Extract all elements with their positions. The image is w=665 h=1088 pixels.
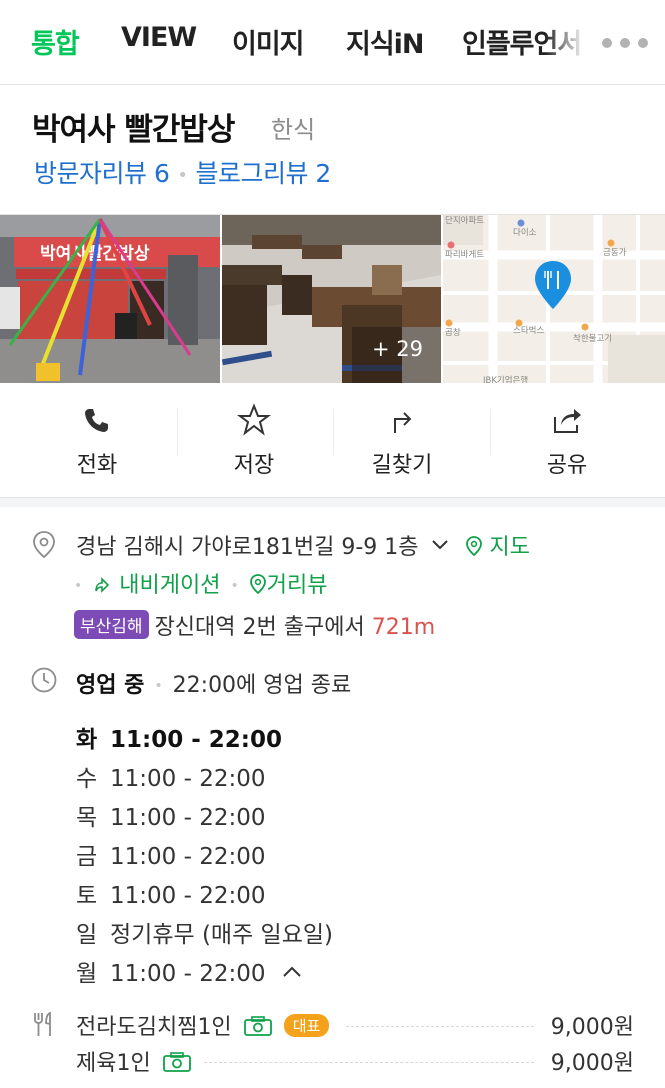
- street-view-link-label: 거리뷰: [266, 573, 328, 598]
- search-tab-bar: 통합 VIEW 이미지 지식iN 인플루언서: [0, 0, 665, 84]
- address-text[interactable]: 경남 김해시 가야로181번길 9-9 1층: [76, 535, 419, 560]
- hours-status[interactable]: 영업 중 • 22:00에 영업 종료: [76, 667, 351, 699]
- section-divider: [0, 497, 665, 507]
- menu-item[interactable]: 전라도김치찜1인 대표 9,000원: [76, 1009, 634, 1043]
- chevron-down-icon[interactable]: [430, 538, 450, 552]
- dot-separator: •: [74, 578, 83, 594]
- address-line: 경남 김해시 가야로181번길 9-9 1층 지도: [76, 529, 530, 561]
- share-button[interactable]: 공유: [487, 383, 647, 496]
- open-status: 영업 중: [76, 673, 145, 698]
- camera-icon[interactable]: [243, 1015, 273, 1037]
- dot-separator: •: [230, 578, 239, 594]
- call-button[interactable]: 전화: [17, 383, 177, 496]
- phone-icon: [85, 409, 108, 432]
- address-sublinks: • 내비게이션 • 거리뷰: [74, 567, 327, 599]
- tab-view[interactable]: VIEW: [121, 22, 197, 53]
- directions-label: 길찾기: [371, 453, 433, 478]
- subway-line-badge: 부산김해: [74, 610, 149, 639]
- visitor-review-link[interactable]: 방문자리뷰 6: [34, 159, 170, 188]
- chevron-up-icon[interactable]: [281, 965, 303, 979]
- place-category: 한식: [271, 116, 316, 144]
- menu-item-name: 제육1인: [76, 1051, 151, 1076]
- directions-icon: [394, 412, 412, 433]
- divider: [0, 84, 665, 85]
- menu-item-price: 9,000원: [542, 1045, 634, 1077]
- hours-row-wednesday: 수 11:00 - 22:00: [76, 766, 266, 792]
- dashed-leader: [204, 1062, 534, 1063]
- directions-button[interactable]: 길찾기: [322, 383, 482, 496]
- photo-strip: 박여사빨간밥상: [0, 215, 665, 383]
- tab-fade: [545, 0, 595, 84]
- svg-text:곱창: 곱창: [445, 328, 461, 338]
- tab-images[interactable]: 이미지: [232, 22, 305, 61]
- menu-item-price: 9,000원: [542, 1009, 634, 1041]
- storefront-photo[interactable]: 박여사빨간밥상: [0, 215, 220, 383]
- hours-row-friday: 금 11:00 - 22:00: [76, 844, 266, 870]
- subway-station: 장신대역: [154, 615, 236, 640]
- call-label: 전화: [76, 453, 118, 478]
- subway-distance: 721m: [371, 615, 436, 640]
- subway-info: 부산김해 장신대역 2번 출구에서 721m: [74, 609, 435, 641]
- menu-item-name-wrap: 제육1인: [76, 1045, 192, 1077]
- review-links: 방문자리뷰 6 • 블로그리뷰 2: [34, 154, 331, 190]
- navigation-link[interactable]: 내비게이션: [92, 573, 220, 598]
- save-button[interactable]: 저장: [174, 383, 334, 496]
- action-bar: 전화 저장 길찾기 공유: [0, 383, 665, 496]
- navigation-icon: [95, 577, 110, 593]
- clock-icon: [31, 667, 57, 693]
- menu-item-name-wrap: 전라도김치찜1인 대표: [76, 1009, 330, 1041]
- blog-review-link[interactable]: 블로그리뷰 2: [195, 159, 331, 188]
- map-link[interactable]: 지도: [465, 535, 530, 560]
- dashed-leader: [346, 1026, 534, 1027]
- interior-photo[interactable]: + 29: [222, 215, 441, 383]
- dot-separator: •: [177, 164, 188, 186]
- menu-item[interactable]: 제육1인 9,000원: [76, 1045, 634, 1079]
- close-time: 22:00에 영업 종료: [172, 673, 352, 698]
- svg-text:단지아파트: 단지아파트: [445, 215, 484, 226]
- svg-text:파리바게트: 파리바게트: [445, 249, 484, 260]
- hours-row-thursday: 목 11:00 - 22:00: [76, 805, 266, 831]
- more-tabs-icon[interactable]: [596, 24, 656, 60]
- svg-text:금동가: 금동가: [603, 248, 627, 258]
- hours-row-tuesday: 화 11:00 - 22:00: [76, 727, 282, 753]
- hours-row-sunday: 일 정기휴무 (매주 일요일): [76, 922, 334, 948]
- street-view-pin-icon: [249, 574, 266, 595]
- representative-badge: 대표: [283, 1014, 330, 1037]
- share-label: 공유: [546, 453, 588, 478]
- place-name[interactable]: 박여사 빨간밥상: [32, 104, 235, 149]
- svg-text:다이소: 다이소: [513, 227, 537, 238]
- tab-knowledge-in[interactable]: 지식iN: [346, 22, 425, 61]
- dot-separator: •: [154, 678, 163, 694]
- save-label: 저장: [233, 453, 275, 478]
- svg-text:스타벅스: 스타벅스: [513, 325, 544, 336]
- tab-integrated[interactable]: 통합: [31, 22, 80, 61]
- photo-more-count: + 29: [372, 337, 423, 361]
- svg-text:착한불고기: 착한불고기: [573, 333, 612, 344]
- svg-text:IBK기업은행: IBK기업은행: [483, 375, 528, 383]
- hours-row-saturday: 토 11:00 - 22:00: [76, 883, 266, 909]
- location-map[interactable]: 단지아파트 다이소 금동가 파리바게트 곱창 스타벅스 착한불고기 IBK기업은…: [443, 215, 665, 383]
- map-link-label: 지도: [489, 535, 531, 560]
- star-icon: [237, 403, 271, 436]
- map-pin-small-icon: [465, 536, 482, 557]
- hours-row-monday: 월 11:00 - 22:00: [76, 954, 303, 988]
- street-view-link[interactable]: 거리뷰: [249, 573, 328, 598]
- share-icon: [554, 409, 581, 433]
- utensils-icon: [34, 1011, 51, 1036]
- menu-item-name: 전라도김치찜1인: [76, 1015, 232, 1040]
- camera-icon[interactable]: [162, 1051, 192, 1073]
- navigation-link-label: 내비게이션: [119, 573, 221, 598]
- location-pin-icon: [33, 531, 55, 558]
- subway-exit: 2번 출구에서: [242, 615, 365, 640]
